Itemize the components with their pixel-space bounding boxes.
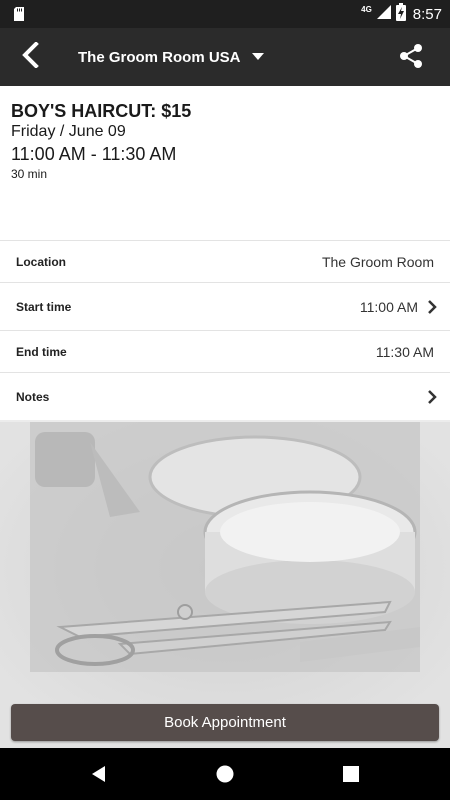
start-time-label: Start time [16, 299, 72, 314]
notes-label: Notes [16, 389, 50, 404]
nav-home-button[interactable] [213, 762, 237, 786]
service-title: BOY'S HAIRCUT: $15 [11, 101, 192, 121]
network-type: 4G [361, 4, 372, 14]
appointment-date: Friday / June 09 [11, 123, 126, 140]
nav-home-icon [213, 765, 237, 790]
app-bar: The Groom Room USA [0, 28, 450, 86]
location-selector[interactable]: The Groom Room USA [78, 28, 264, 86]
nav-recents-icon [339, 766, 363, 790]
location-label: Location [16, 254, 66, 269]
appointment-header: BOY'S HAIRCUT: $15 Friday / June 09 11:0… [0, 86, 450, 240]
sd-card-icon [12, 6, 26, 27]
end-time-row: End time 11:30 AM [0, 330, 450, 372]
chevron-right-icon [426, 389, 438, 405]
back-button[interactable] [14, 40, 46, 73]
end-time-label: End time [16, 344, 67, 359]
chevron-right-icon [426, 299, 438, 315]
battery-charging-icon [395, 2, 406, 26]
status-bar: 4G 8:57 [0, 0, 450, 28]
notes-row[interactable]: Notes [0, 372, 450, 420]
appointment-details: Location The Groom Room Start time 11:00… [0, 240, 450, 420]
signal-icon [376, 4, 392, 25]
start-time-value: 11:00 AM [359, 298, 418, 315]
system-nav-bar [0, 748, 450, 800]
nav-back-button[interactable] [87, 762, 111, 786]
share-icon [398, 44, 424, 73]
nav-back-icon [87, 766, 111, 790]
app-title: The Groom Room USA [78, 48, 241, 66]
end-time-value: 11:30 AM [375, 343, 434, 360]
clock: 8:57 [412, 5, 442, 23]
share-button[interactable] [398, 43, 426, 71]
caret-down-icon [251, 48, 264, 66]
appointment-time-range: 11:00 AM - 11:30 AM [11, 144, 177, 164]
location-value: The Groom Room [321, 253, 434, 270]
background-photo [0, 422, 450, 748]
appointment-duration: 30 min [11, 167, 48, 181]
back-arrow-icon [21, 40, 39, 73]
start-time-row[interactable]: Start time 11:00 AM [0, 282, 450, 330]
book-appointment-button[interactable]: Book Appointment [11, 704, 439, 741]
location-row: Location The Groom Room [0, 240, 450, 282]
nav-recents-button[interactable] [339, 762, 363, 786]
